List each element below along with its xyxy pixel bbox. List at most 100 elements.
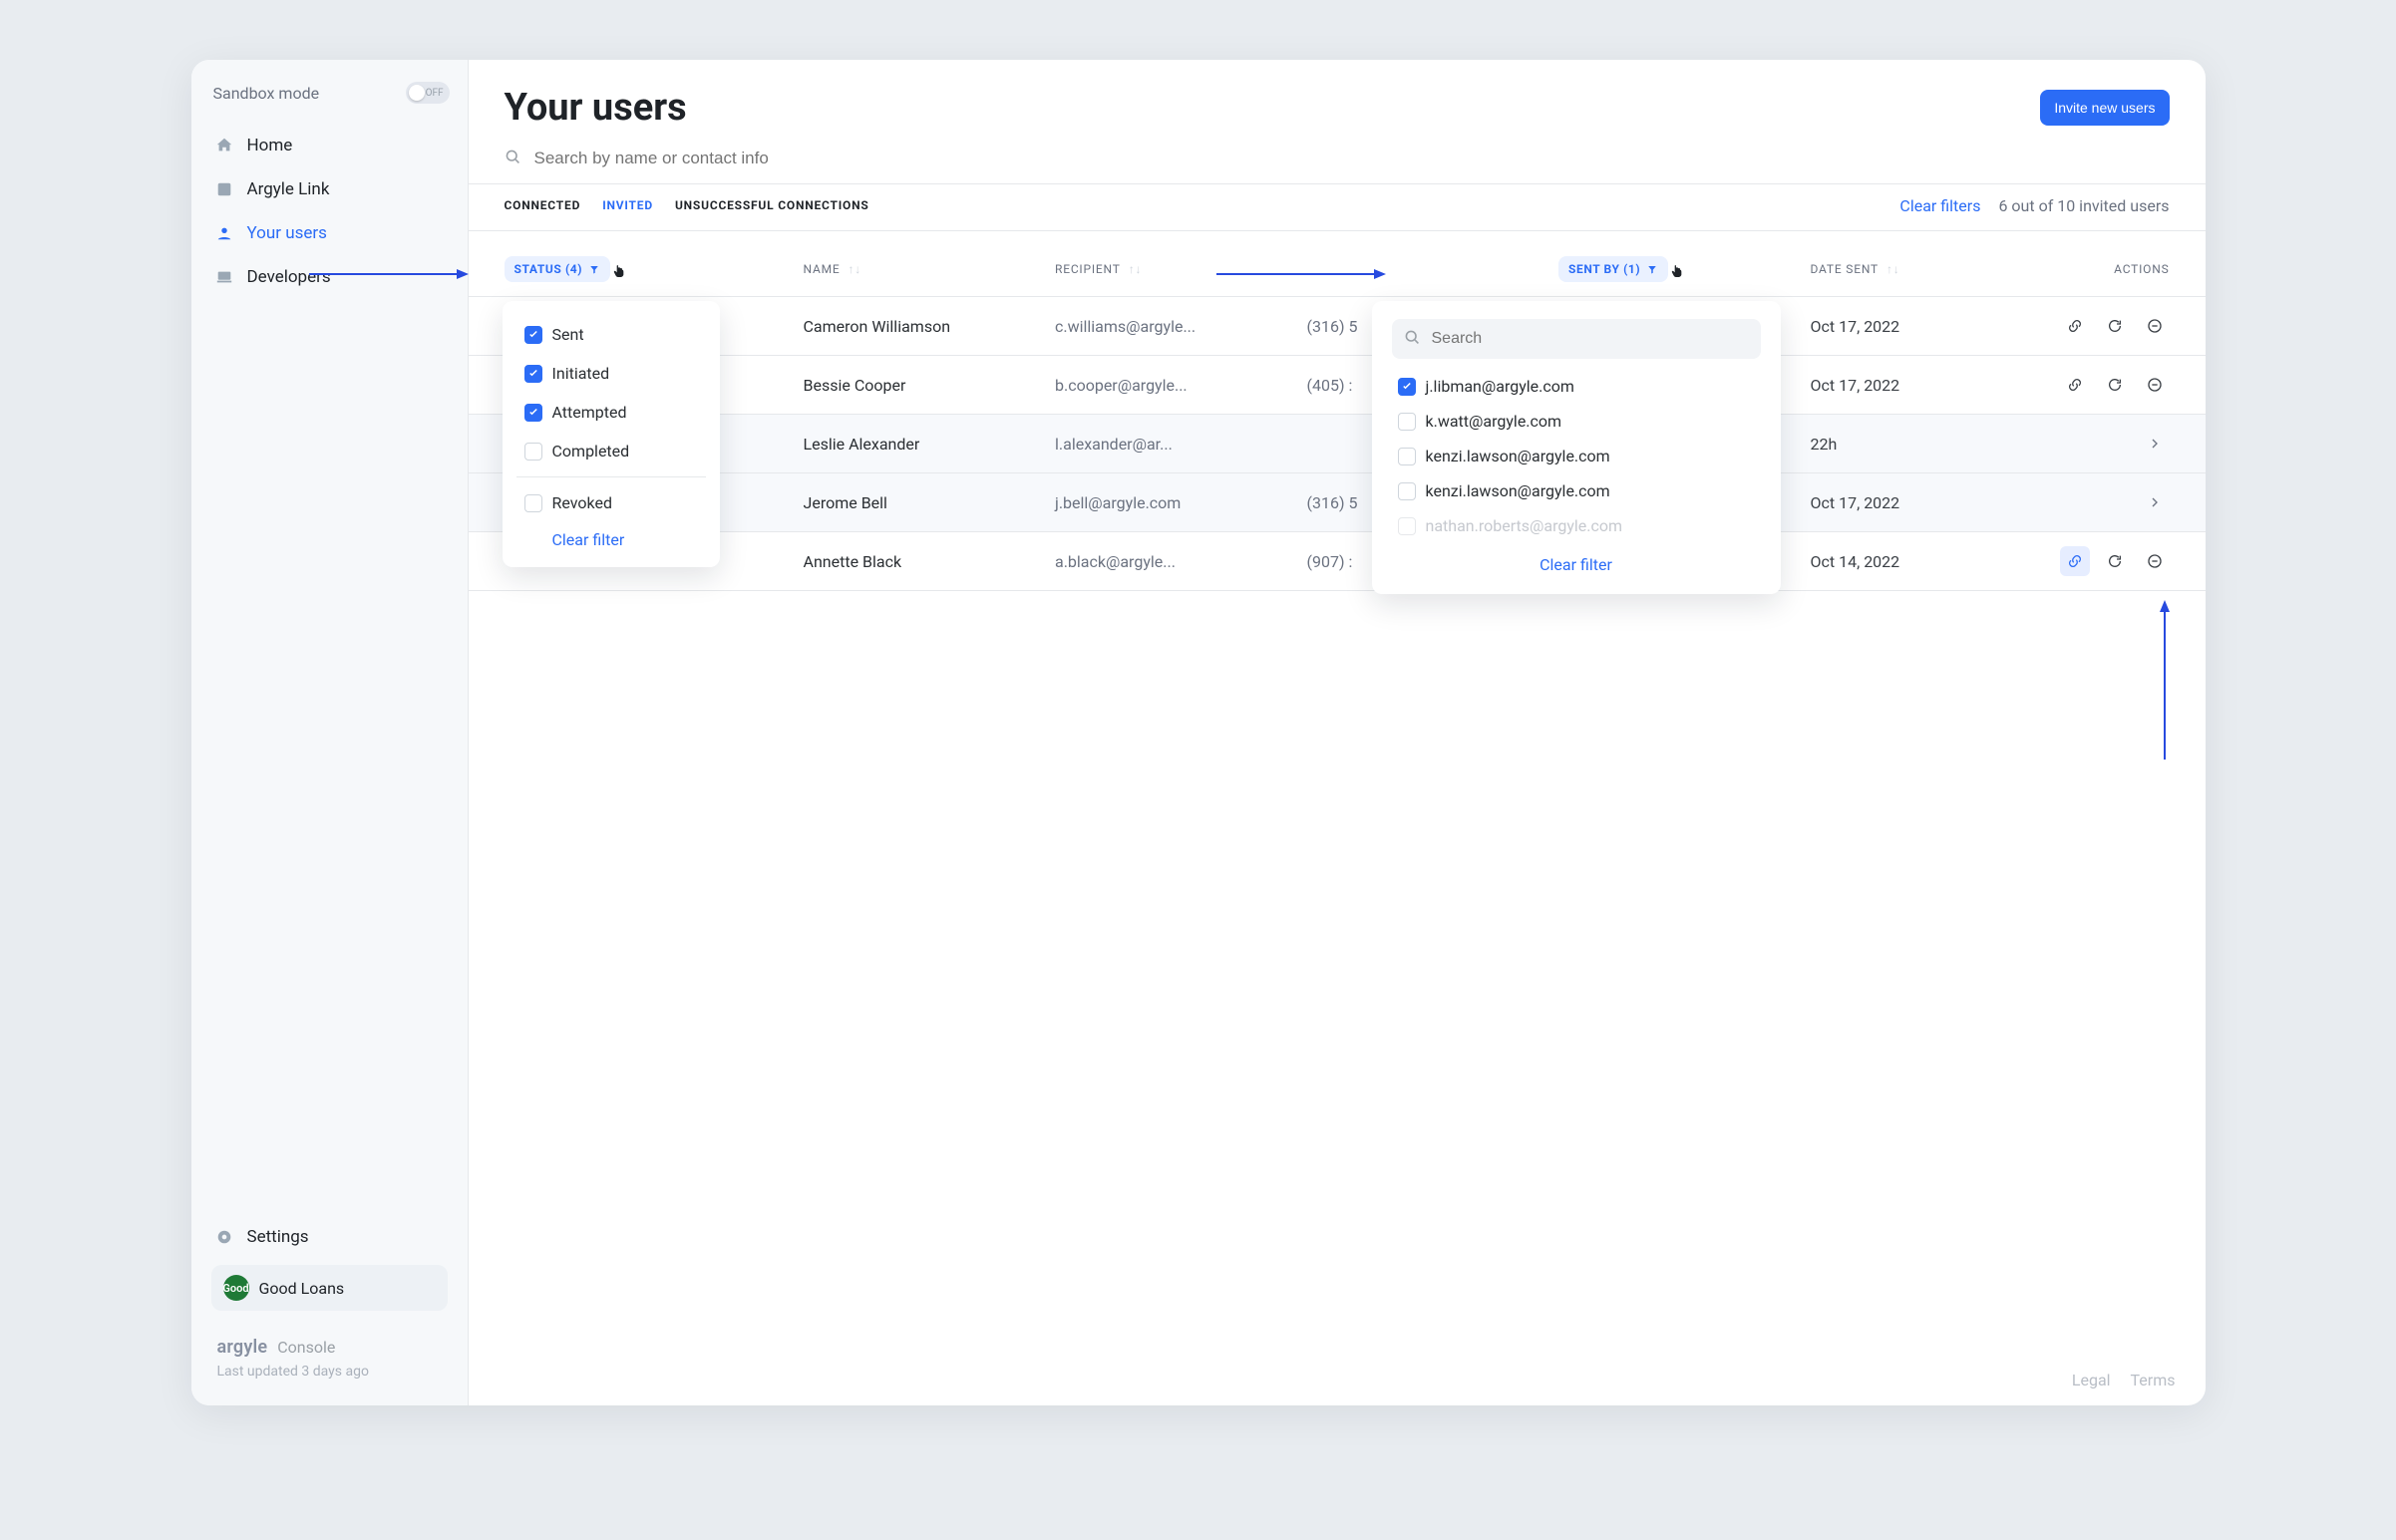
checkbox-icon — [524, 404, 542, 422]
expand-button[interactable] — [2140, 487, 2170, 517]
actions-cell — [2000, 429, 2170, 459]
account-selector[interactable]: Good Good Loans — [211, 1265, 448, 1311]
filter-option[interactable]: nathan.roberts@argyle.com — [1392, 508, 1761, 543]
refresh-button[interactable] — [2100, 370, 2130, 400]
tabs: CONNECTED INVITED UNSUCCESSFUL CONNECTIO… — [469, 184, 2206, 231]
sidebar-item-label: Home — [247, 136, 293, 155]
filter-option[interactable]: Sent — [516, 315, 706, 354]
date-cell: Oct 17, 2022 — [1811, 376, 2000, 395]
sidebar-item-label: Your users — [247, 223, 327, 243]
legal-link[interactable]: Legal — [2072, 1371, 2111, 1389]
sort-icon: ↑↓ — [849, 262, 862, 276]
filter-option[interactable]: Revoked — [516, 483, 706, 522]
sidebar-item-argyle-link[interactable]: Argyle Link — [201, 167, 458, 211]
filter-option[interactable]: kenzi.lawson@argyle.com — [1392, 473, 1761, 508]
arrow-right-icon — [309, 267, 469, 281]
tabs-right: Clear filters 6 out of 10 invited users — [1899, 196, 2169, 215]
tab-unsuccessful[interactable]: UNSUCCESSFUL CONNECTIONS — [675, 192, 869, 218]
home-icon — [215, 137, 233, 154]
name-cell: Leslie Alexander — [804, 435, 1056, 454]
users-table: STATUS (4) NAME ↑↓ — [469, 231, 2206, 591]
laptop-icon — [215, 268, 233, 286]
status-filter-popover: Sent Initiated Attempted Completed — [503, 301, 720, 567]
filter-option[interactable]: k.watt@argyle.com — [1392, 404, 1761, 439]
sidebar-item-label: Argyle Link — [247, 179, 330, 199]
checkbox-icon — [1398, 482, 1416, 500]
date-cell: Oct 17, 2022 — [1811, 493, 2000, 512]
clear-filter-link[interactable]: Clear filter — [1386, 545, 1767, 580]
filter-icon — [588, 263, 600, 275]
refresh-button[interactable] — [2100, 546, 2130, 576]
pointer-cursor-icon — [612, 263, 628, 282]
copy-link-button[interactable] — [2060, 546, 2090, 576]
arrow-up-icon — [2158, 600, 2172, 760]
date-cell: Oct 14, 2022 — [1811, 552, 2000, 571]
col-actions: ACTIONS — [2000, 262, 2170, 276]
expand-button[interactable] — [2140, 429, 2170, 459]
remove-button[interactable] — [2140, 546, 2170, 576]
sentby-search-input[interactable] — [1430, 329, 1749, 349]
actions-cell — [2000, 546, 2170, 576]
sentby-filter-popover: j.libman@argyle.com k.watt@argyle.com ke… — [1372, 301, 1781, 594]
brand-product: Console — [277, 1338, 335, 1357]
col-date[interactable]: DATE SENT ↑↓ — [1811, 262, 2000, 276]
brand: argyle Console Last updated 3 days ago — [201, 1317, 458, 1399]
tab-invited[interactable]: INVITED — [602, 192, 653, 218]
date-cell: 22h — [1811, 435, 2000, 454]
filter-option[interactable]: kenzi.lawson@argyle.com — [1392, 439, 1761, 473]
checkbox-icon — [524, 326, 542, 344]
checkbox-icon — [1398, 378, 1416, 396]
sort-icon: ↑↓ — [1129, 262, 1143, 276]
sentby-chip[interactable]: SENT BY (1) — [1558, 256, 1668, 282]
sentby-list[interactable]: j.libman@argyle.com k.watt@argyle.com ke… — [1386, 367, 1767, 545]
checkbox-icon — [1398, 517, 1416, 535]
checkbox-icon — [524, 365, 542, 383]
sidebar: Sandbox mode OFF Home Argyle Link — [191, 60, 469, 1405]
filter-icon — [1646, 263, 1658, 275]
remove-button[interactable] — [2140, 370, 2170, 400]
col-status[interactable]: STATUS (4) — [505, 255, 804, 282]
sandbox-toggle[interactable]: OFF — [406, 82, 450, 104]
name-cell: Jerome Bell — [804, 493, 1056, 512]
table-row[interactable]: 2+ Leslie Alexander l.alexander@ar... 22… — [469, 415, 2206, 473]
checkbox-icon — [524, 494, 542, 512]
clear-filter-link[interactable]: Clear filter — [516, 522, 706, 553]
email-cell: j.bell@argyle.com — [1055, 493, 1307, 512]
search-row — [469, 138, 2206, 184]
actions-cell — [2000, 487, 2170, 517]
gear-icon — [215, 1228, 233, 1246]
search-input[interactable] — [532, 148, 1031, 169]
name-cell: Cameron Williamson — [804, 317, 1056, 336]
sidebar-item-your-users[interactable]: Your users — [201, 211, 458, 255]
table-head: STATUS (4) NAME ↑↓ — [469, 231, 2206, 296]
terms-link[interactable]: Terms — [2131, 1371, 2176, 1389]
table-row[interactable]: Bessie Cooper b.cooper@argyle... (405) :… — [469, 356, 2206, 415]
table-row[interactable]: Annette Black a.black@argyle... (907) : … — [469, 532, 2206, 591]
col-name[interactable]: NAME ↑↓ — [804, 262, 1056, 276]
status-chip[interactable]: STATUS (4) — [505, 256, 611, 282]
filter-option[interactable]: Initiated — [516, 354, 706, 393]
remove-button[interactable] — [2140, 311, 2170, 341]
email-cell: b.cooper@argyle... — [1055, 376, 1307, 395]
col-sentby[interactable]: SENT BY (1) — [1558, 255, 1811, 282]
copy-link-button[interactable] — [2060, 311, 2090, 341]
app-window: Sandbox mode OFF Home Argyle Link — [191, 60, 2206, 1405]
sidebar-item-home[interactable]: Home — [201, 124, 458, 167]
filter-option[interactable]: Attempted — [516, 393, 706, 432]
invite-users-button[interactable]: Invite new users — [2040, 90, 2169, 126]
table-row[interactable]: Cameron Williamson c.williams@argyle... … — [469, 297, 2206, 356]
sandbox-label: Sandbox mode — [213, 84, 320, 103]
pointer-cursor-icon — [1670, 263, 1686, 282]
clear-filters-link[interactable]: Clear filters — [1899, 196, 1980, 215]
copy-link-button[interactable] — [2060, 370, 2090, 400]
avatar: Good — [223, 1275, 249, 1301]
refresh-button[interactable] — [2100, 311, 2130, 341]
filter-option[interactable]: j.libman@argyle.com — [1392, 369, 1761, 404]
email-cell: l.alexander@ar... — [1055, 435, 1307, 454]
sidebar-item-label: Settings — [247, 1227, 309, 1247]
tab-connected[interactable]: CONNECTED — [505, 192, 581, 218]
filter-option[interactable]: Completed — [516, 432, 706, 470]
table-row[interactable]: Jerome Bell j.bell@argyle.com (316) 5 Oc… — [469, 473, 2206, 532]
sidebar-item-settings[interactable]: Settings — [201, 1215, 458, 1259]
account-name: Good Loans — [259, 1279, 345, 1298]
